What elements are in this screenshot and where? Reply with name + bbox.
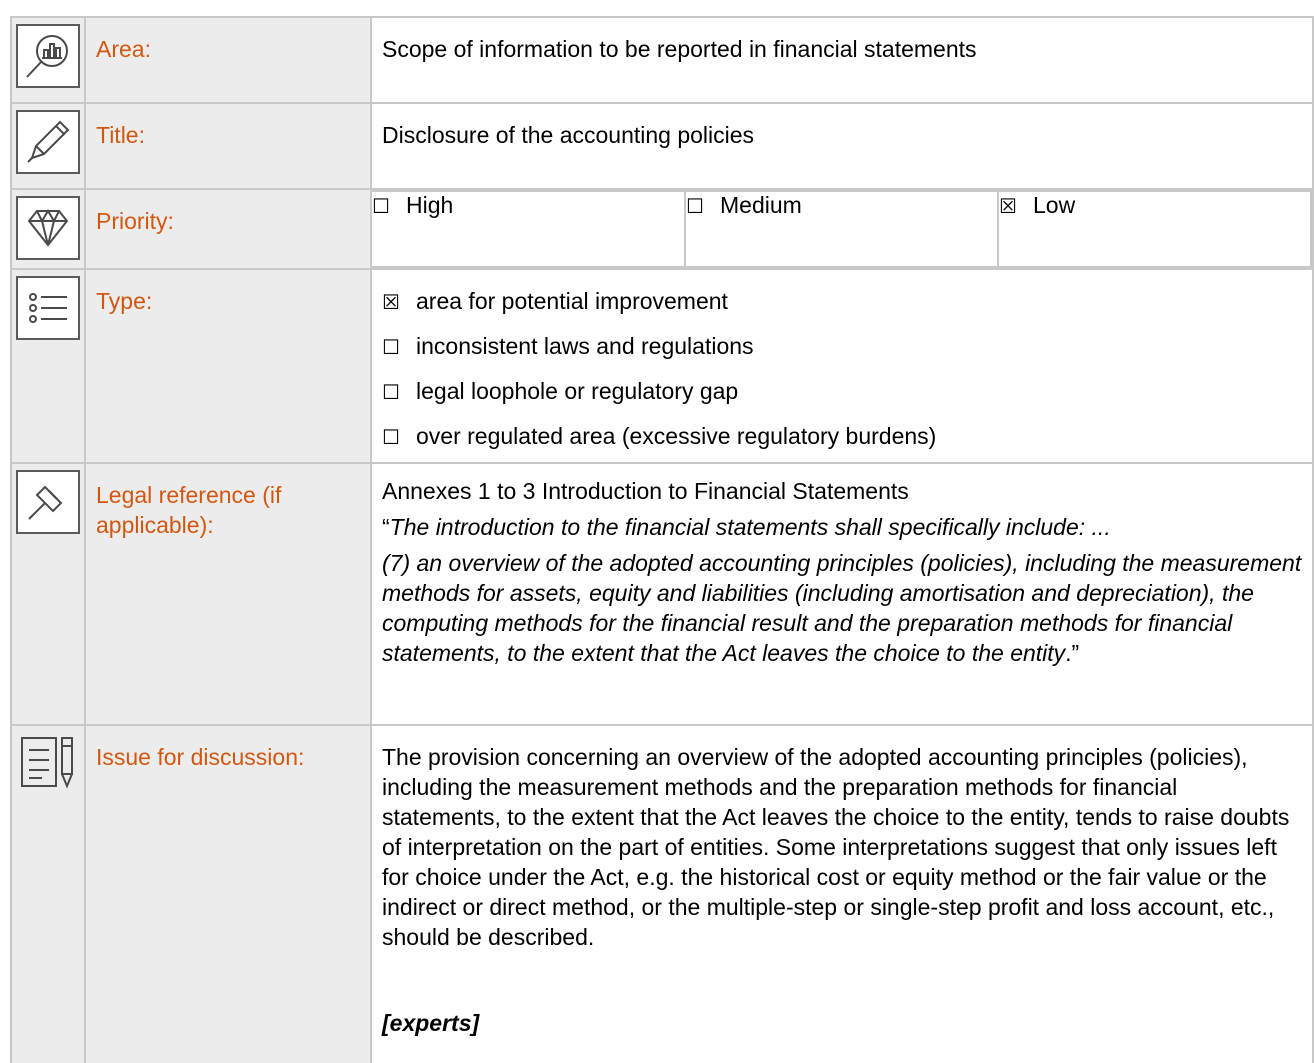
type-option[interactable]: ☐ over regulated area (excessive regulato… [382,421,1302,452]
priority-label: Priority: [84,188,372,270]
priority-options-cell: ☐ High ☐ Medium ☒ Low [370,188,1314,270]
issue-value: The provision concerning an overview of … [370,724,1314,1063]
checkbox-unchecked[interactable]: ☐ [686,194,720,218]
option-label: High [406,192,454,218]
legal-reference-label: Legal reference (if applicable): [84,462,372,726]
type-label: Type: [84,268,372,464]
diamond-icon [16,196,80,260]
pencil-icon [16,110,80,174]
legal-reference-row: Legal reference (if applicable): Annexes… [10,462,1314,726]
priority-option-low[interactable]: ☒ Low [997,190,1312,268]
issue-text: The provision concerning an overview of … [382,744,1290,950]
legal-quote-intro: “The introduction to the financial state… [382,512,1302,542]
document-pen-icon [16,732,80,796]
type-option[interactable]: ☐ legal loophole or regulatory gap [382,376,1302,407]
priority-option-high[interactable]: ☐ High [372,190,686,268]
type-options: ☒ area for potential improvement ☐ inconsi… [370,268,1314,464]
type-row: Type: ☒ area for potential improvement ☐ i… [10,268,1314,464]
area-label: Area: [84,16,372,104]
area-value: Scope of information to be reported in f… [370,16,1314,104]
gavel-icon [16,470,80,534]
issue-form-table: Area: Scope of information to be reporte… [10,16,1314,1063]
issue-icon-cell [10,724,86,1063]
close-quote: .” [1065,640,1080,666]
list-icon [16,276,80,340]
checkbox-checked[interactable]: ☒ [999,194,1033,218]
checkbox-checked[interactable]: ☒ [382,287,416,317]
quote-line-2: (7) an overview of the adopted accountin… [382,550,1302,666]
priority-icon-cell [10,188,86,270]
option-label: over regulated area (excessive regulator… [416,423,937,449]
legal-quote-body: (7) an overview of the adopted accountin… [382,548,1302,668]
title-icon-cell [10,102,86,190]
priority-option-medium[interactable]: ☐ Medium [684,190,999,268]
priority-row: Priority: ☐ High ☐ Medium ☒ Low [10,188,1314,270]
quote-line-1: The introduction to the financial statem… [389,514,1111,540]
title-label: Title: [84,102,372,190]
legal-icon-cell [10,462,86,726]
checkbox-unchecked[interactable]: ☐ [382,422,416,452]
document-page: Area: Scope of information to be reporte… [0,0,1314,1063]
legal-heading: Annexes 1 to 3 Introduction to Financial… [382,478,909,504]
issue-row: Issue for discussion: The provision conc… [10,724,1314,1063]
issue-label: Issue for discussion: [84,724,372,1063]
title-row: Title: Disclosure of the accounting poli… [10,102,1314,190]
option-label: Medium [720,192,802,218]
type-icon-cell [10,268,86,464]
legal-reference-value: Annexes 1 to 3 Introduction to Financial… [370,462,1314,726]
checkbox-unchecked[interactable]: ☐ [382,332,416,362]
checkbox-unchecked[interactable]: ☐ [382,377,416,407]
title-value: Disclosure of the accounting policies [370,102,1314,190]
checkbox-unchecked[interactable]: ☐ [372,194,406,218]
option-label: legal loophole or regulatory gap [416,378,739,404]
option-label: inconsistent laws and regulations [416,333,754,359]
type-option[interactable]: ☐ inconsistent laws and regulations [382,331,1302,362]
experts-note: [experts] [382,1010,480,1036]
open-quote: “ [382,514,390,540]
option-label: area for potential improvement [416,288,728,314]
priority-options: ☐ High ☐ Medium ☒ Low [372,190,1312,268]
area-icon-cell [10,16,86,104]
option-label: Low [1033,192,1076,218]
magnifier-chart-icon [16,24,80,88]
type-option[interactable]: ☒ area for potential improvement [382,286,1302,317]
area-row: Area: Scope of information to be reporte… [10,16,1314,104]
